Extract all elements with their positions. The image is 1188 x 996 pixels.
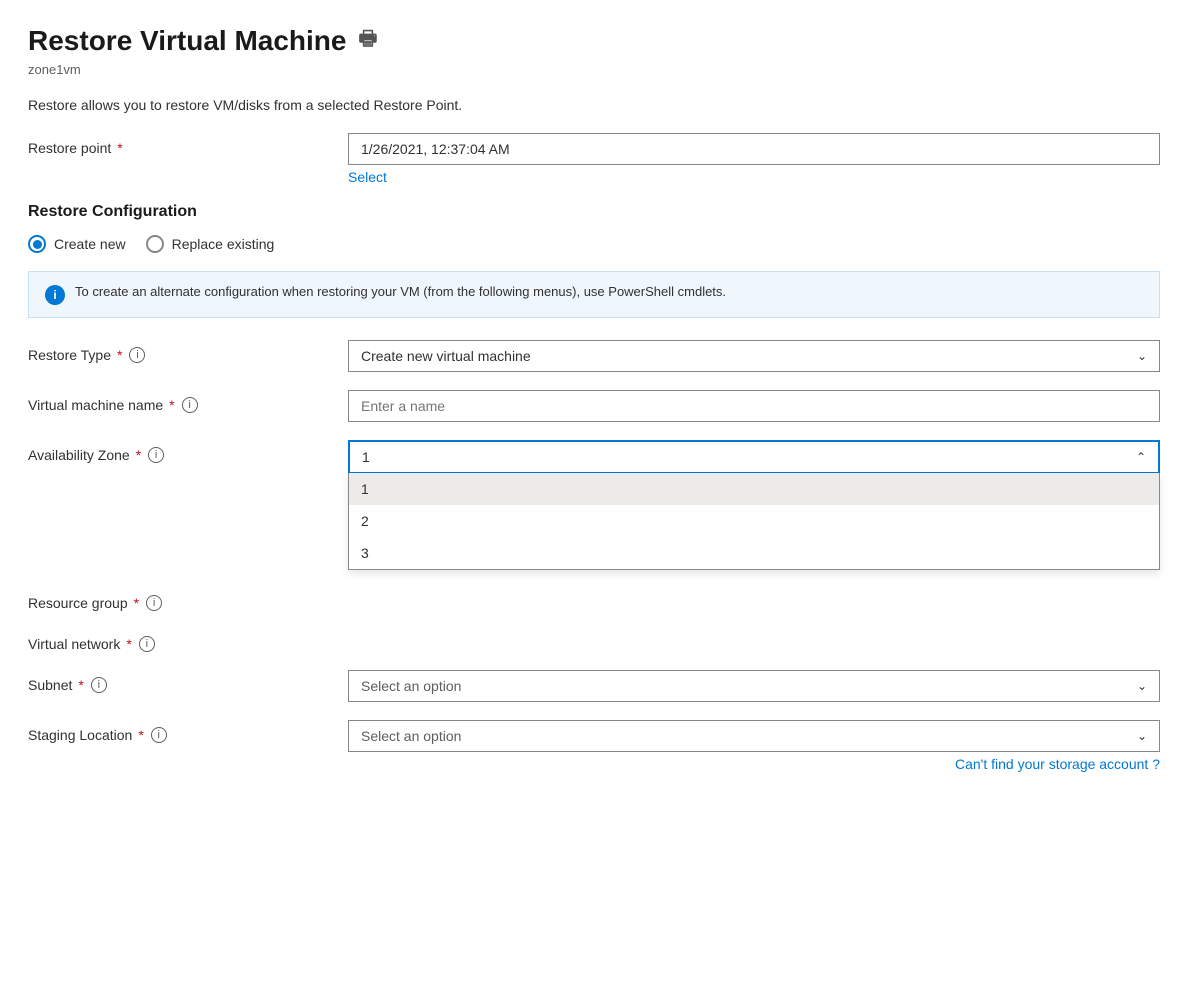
availability-zone-value: 1 (362, 449, 370, 465)
print-icon[interactable]: 🖶 (358, 24, 377, 58)
restore-point-label: Restore point * (28, 133, 348, 156)
virtual-network-row: Virtual network * i (28, 629, 1160, 652)
availability-zone-dropdown[interactable]: 1 ⌃ (348, 440, 1160, 474)
subnet-label: Subnet * i (28, 670, 348, 693)
radio-create-new[interactable]: Create new (28, 235, 126, 253)
page-subtitle: zone1vm (28, 62, 1160, 77)
restore-point-control: 1/26/2021, 12:37:04 AM Select (348, 133, 1160, 185)
cant-find-storage-link[interactable]: Can't find your storage account ? (955, 756, 1160, 772)
subnet-chevron: ⌄ (1137, 679, 1147, 693)
restore-point-row: Restore point * 1/26/2021, 12:37:04 AM S… (28, 133, 1160, 185)
subnet-placeholder: Select an option (361, 678, 461, 694)
availability-zone-label: Availability Zone * i (28, 440, 348, 463)
vm-name-required: * (169, 397, 174, 413)
subnet-required: * (78, 677, 83, 693)
radio-replace-existing[interactable]: Replace existing (146, 235, 275, 253)
page-title: Restore Virtual Machine (28, 25, 346, 57)
vm-name-row: Virtual machine name * i (28, 390, 1160, 422)
restore-type-required: * (117, 347, 122, 363)
availability-zone-control: 1 ⌃ 1 2 3 (348, 440, 1160, 570)
availability-zone-option-3[interactable]: 3 (349, 537, 1159, 569)
info-banner-icon: i (45, 285, 65, 305)
staging-location-placeholder: Select an option (361, 728, 461, 744)
radio-create-new-circle[interactable] (28, 235, 46, 253)
page-description: Restore allows you to restore VM/disks f… (28, 97, 1160, 113)
resource-group-required: * (134, 595, 139, 611)
availability-zone-menu: 1 2 3 (348, 473, 1160, 570)
availability-zone-required: * (136, 447, 141, 463)
availability-zone-option-1[interactable]: 1 (349, 473, 1159, 505)
staging-location-chevron: ⌄ (1137, 729, 1147, 743)
subnet-row: Subnet * i Select an option ⌄ (28, 670, 1160, 702)
restore-configuration-title: Restore Configuration (28, 203, 1160, 221)
restore-type-value: Create new virtual machine (361, 348, 531, 364)
restore-point-value: 1/26/2021, 12:37:04 AM (348, 133, 1160, 165)
resource-group-row: Resource group * i (28, 588, 1160, 611)
info-banner-text: To create an alternate configuration whe… (75, 284, 726, 299)
restore-configuration-radio-group: Create new Replace existing (28, 235, 1160, 253)
restore-point-select-link[interactable]: Select (348, 169, 387, 185)
virtual-network-info-icon[interactable]: i (139, 636, 155, 652)
availability-zone-row: Availability Zone * i 1 ⌃ 1 2 3 (28, 440, 1160, 570)
restore-type-control: Create new virtual machine ⌄ (348, 340, 1160, 372)
staging-location-info-icon[interactable]: i (151, 727, 167, 743)
availability-zone-info-icon[interactable]: i (148, 447, 164, 463)
radio-replace-existing-circle[interactable] (146, 235, 164, 253)
staging-location-dropdown[interactable]: Select an option ⌄ (348, 720, 1160, 752)
virtual-network-required: * (126, 636, 131, 652)
page-title-area: Restore Virtual Machine 🖶 (28, 24, 1160, 58)
restore-type-chevron: ⌄ (1137, 349, 1147, 363)
vm-name-label: Virtual machine name * i (28, 390, 348, 413)
restore-type-info-icon[interactable]: i (129, 347, 145, 363)
staging-location-label: Staging Location * i (28, 720, 348, 743)
subnet-dropdown[interactable]: Select an option ⌄ (348, 670, 1160, 702)
availability-zone-chevron-up: ⌃ (1136, 450, 1146, 464)
virtual-network-label: Virtual network * i (28, 629, 348, 652)
restore-point-required: * (117, 140, 122, 156)
cant-find-storage-link-area: Can't find your storage account ? (348, 756, 1160, 772)
vm-name-info-icon[interactable]: i (182, 397, 198, 413)
restore-type-row: Restore Type * i Create new virtual mach… (28, 340, 1160, 372)
radio-create-new-label: Create new (54, 236, 126, 252)
resource-group-label: Resource group * i (28, 588, 348, 611)
vm-name-input[interactable] (348, 390, 1160, 422)
restore-type-dropdown[interactable]: Create new virtual machine ⌄ (348, 340, 1160, 372)
staging-location-control: Select an option ⌄ Can't find your stora… (348, 720, 1160, 772)
staging-location-row: Staging Location * i Select an option ⌄ … (28, 720, 1160, 772)
resource-group-info-icon[interactable]: i (146, 595, 162, 611)
radio-replace-existing-label: Replace existing (172, 236, 275, 252)
restore-type-label: Restore Type * i (28, 340, 348, 363)
subnet-info-icon[interactable]: i (91, 677, 107, 693)
info-banner: i To create an alternate configuration w… (28, 271, 1160, 318)
vm-name-control (348, 390, 1160, 422)
subnet-control: Select an option ⌄ (348, 670, 1160, 702)
staging-location-required: * (138, 727, 143, 743)
availability-zone-option-2[interactable]: 2 (349, 505, 1159, 537)
